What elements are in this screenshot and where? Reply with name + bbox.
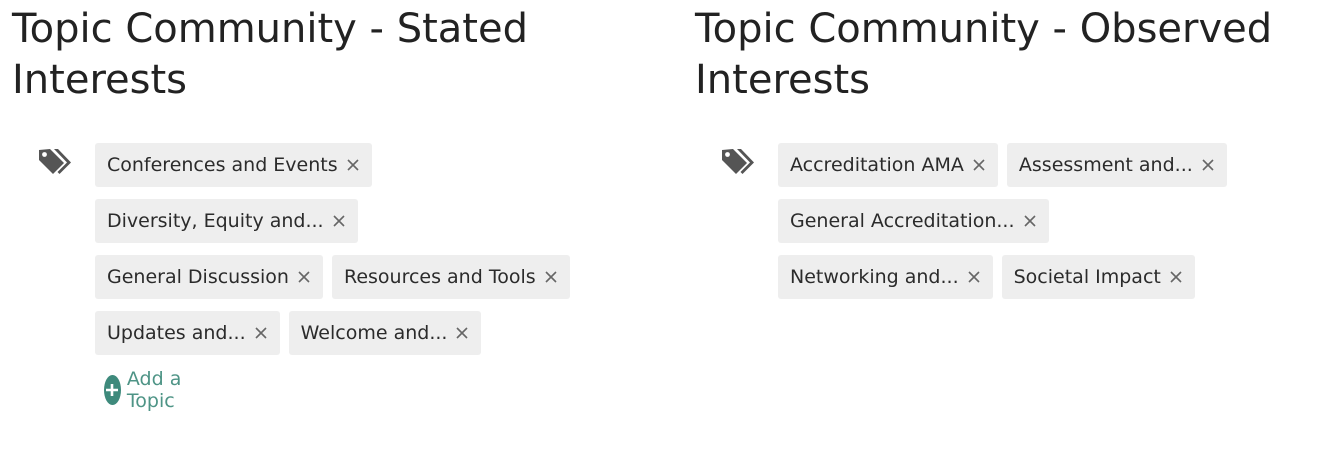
close-icon[interactable]: [544, 270, 558, 284]
close-icon[interactable]: [254, 326, 268, 340]
close-icon[interactable]: [967, 270, 981, 284]
topic-chip[interactable]: Resources and Tools: [331, 255, 570, 299]
close-icon[interactable]: [1023, 214, 1037, 228]
topic-chip-label: Assessment and...: [1018, 154, 1193, 176]
close-icon[interactable]: [1201, 158, 1215, 172]
stated-interests-title: Topic Community - Stated Interests: [12, 6, 528, 103]
add-topic-label[interactable]: Add a Topic: [127, 368, 188, 412]
topic-chip-label: Societal Impact: [1013, 266, 1161, 288]
close-icon[interactable]: [332, 214, 346, 228]
topic-chip-label: General Accreditation...: [790, 210, 1015, 232]
close-icon[interactable]: [972, 158, 986, 172]
topic-chip[interactable]: General Discussion: [95, 255, 323, 299]
topic-chip-label: Accreditation AMA: [790, 154, 964, 176]
chip-row: Updates and... Welcome and...: [95, 311, 615, 355]
plus-circle-icon[interactable]: [104, 375, 121, 405]
observed-chip-list: Accreditation AMA Assessment and... Gene…: [778, 143, 1298, 311]
topic-chip[interactable]: Assessment and...: [1006, 143, 1227, 187]
chip-row: Accreditation AMA Assessment and...: [778, 143, 1298, 187]
chip-row: General Accreditation...: [778, 199, 1298, 243]
topic-chip-label: Welcome and...: [300, 322, 448, 344]
topic-chip-label: General Discussion: [107, 266, 289, 288]
topic-chip[interactable]: Diversity, Equity and...: [95, 199, 358, 243]
chip-row: General Discussion Resources and Tools: [95, 255, 615, 299]
close-icon[interactable]: [346, 158, 360, 172]
tags-icon: [720, 146, 758, 178]
topic-chip[interactable]: Updates and...: [95, 311, 280, 355]
close-icon[interactable]: [1169, 270, 1183, 284]
close-icon[interactable]: [455, 326, 469, 340]
topic-chip-label: Resources and Tools: [343, 266, 536, 288]
topic-chip-label: Conferences and Events: [107, 154, 338, 176]
topic-chip[interactable]: Conferences and Events: [95, 143, 372, 187]
topic-chip[interactable]: General Accreditation...: [778, 199, 1049, 243]
chip-row: Conferences and Events: [95, 143, 615, 187]
observed-interests-panel: Topic Community - Observed Interests Acc…: [695, 0, 1315, 299]
topic-chip[interactable]: Societal Impact: [1001, 255, 1195, 299]
topic-chip-label: Networking and...: [790, 266, 959, 288]
stated-chip-list: Conferences and Events Diversity, Equity…: [95, 143, 615, 367]
chip-row: Diversity, Equity and...: [95, 199, 615, 243]
chip-row: Networking and... Societal Impact: [778, 255, 1298, 299]
topic-chip-label: Updates and...: [107, 322, 246, 344]
topic-chip-label: Diversity, Equity and...: [107, 210, 324, 232]
close-icon[interactable]: [297, 270, 311, 284]
stated-interests-panel: Topic Community - Stated Interests Confe…: [12, 0, 652, 412]
observed-interests-title: Topic Community - Observed Interests: [695, 6, 1273, 103]
topic-chip[interactable]: Accreditation AMA: [778, 143, 998, 187]
topic-chip[interactable]: Welcome and...: [288, 311, 482, 355]
tags-icon: [37, 146, 75, 178]
add-topic-button[interactable]: Add a Topic: [104, 368, 188, 412]
topic-chip[interactable]: Networking and...: [778, 255, 993, 299]
